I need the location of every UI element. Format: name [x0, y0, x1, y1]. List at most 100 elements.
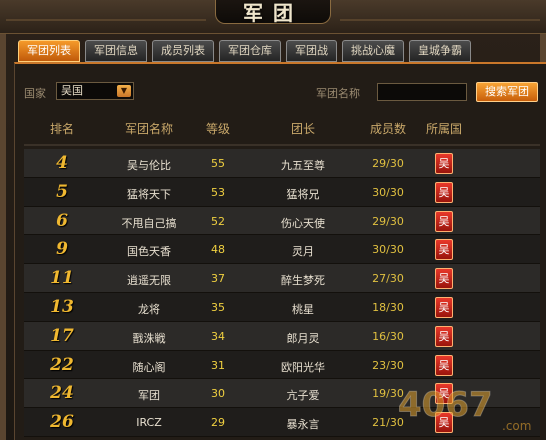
rank-cell: 11 [50, 268, 74, 289]
leader-cell: 醉生梦死 [281, 274, 325, 288]
legion-name-cell: 不甩自己搞 [121, 216, 177, 230]
legion-name-cell: 军团 [138, 389, 160, 403]
header-rank: 排名 [49, 122, 75, 136]
members-cell: 27/30 [372, 272, 404, 286]
leader-cell: 暴永言 [286, 418, 320, 432]
search-bar: 国家 吴国 ▼ 军团名称 搜索军团 [24, 82, 544, 104]
country-badge: 吴 [435, 296, 453, 318]
leader-cell: 伤心天使 [281, 216, 325, 230]
rank-cell: 24 [50, 383, 74, 404]
rank-cell: 4 [56, 153, 68, 173]
country-badge: 吴 [435, 210, 453, 232]
title-decoration-right [340, 3, 540, 21]
level-cell: 52 [211, 214, 225, 228]
table-header: 排名 军团名称 等级 团长 成员数 所属国 [24, 112, 540, 142]
window-title: 军团 [243, 1, 303, 25]
table-row[interactable]: 13 龙将 35 桃星 18/30 吴 [24, 292, 540, 322]
tab-challenge-demon[interactable]: 挑战心魔 [342, 40, 404, 62]
leader-cell: 桃星 [292, 302, 314, 316]
header-members: 成员数 [369, 122, 407, 136]
legion-table: 4 吴与伦比 55 九五至尊 29/30 吴 5 猛将天下 53 猛将兄 30/… [24, 149, 540, 437]
search-legion-button[interactable]: 搜索军团 [476, 82, 538, 102]
table-row[interactable]: 26 IRCZ 29 暴永言 21/30 吴 [24, 408, 540, 437]
rank-cell: 13 [50, 296, 74, 317]
table-row[interactable]: 17 戬洙戦 34 郎月灵 16/30 吴 [24, 321, 540, 351]
legion-name-cell: 龙将 [138, 302, 160, 316]
country-label: 国家 [24, 87, 46, 100]
table-row[interactable]: 9 国色天香 48 灵月 30/30 吴 [24, 235, 540, 265]
title-bar: 军团 [0, 0, 546, 34]
level-cell: 30 [211, 387, 225, 401]
legion-name-input[interactable] [377, 83, 467, 101]
tab-legion-war[interactable]: 军团战 [286, 40, 337, 62]
members-cell: 16/30 [372, 329, 404, 343]
country-badge: 吴 [435, 325, 453, 347]
country-badge: 吴 [435, 383, 453, 405]
members-cell: 29/30 [372, 157, 404, 170]
country-badge: 吴 [435, 181, 453, 203]
rank-cell: 6 [56, 210, 68, 231]
country-badge: 吴 [435, 354, 453, 376]
tab-imperial-contest[interactable]: 皇城争霸 [409, 40, 471, 62]
level-cell: 35 [211, 300, 225, 314]
legion-name-cell: 逍遥无限 [127, 274, 171, 288]
members-cell: 19/30 [372, 387, 404, 401]
leader-cell: 灵月 [292, 245, 314, 259]
header-legion-name: 军团名称 [124, 122, 174, 136]
tab-bar: 军团列表 军团信息 成员列表 军团仓库 军团战 挑战心魔 皇城争霸 [18, 40, 471, 62]
chevron-down-icon[interactable]: ▼ [117, 85, 131, 97]
legion-name-cell: 随心阁 [132, 360, 166, 374]
country-badge: 吴 [435, 153, 453, 174]
tab-member-list[interactable]: 成员列表 [152, 40, 214, 62]
rank-cell: 5 [56, 181, 68, 202]
members-cell: 30/30 [372, 243, 404, 257]
level-cell: 34 [211, 329, 225, 343]
legion-name-cell: 戬洙戦 [132, 331, 166, 345]
header-country: 所属国 [425, 122, 463, 136]
legion-name-label: 军团名称 [316, 87, 360, 100]
members-cell: 29/30 [372, 214, 404, 228]
level-cell: 37 [211, 272, 225, 286]
title-decoration-left [6, 3, 206, 21]
legion-name-cell: 吴与伦比 [127, 159, 171, 172]
legion-name-cell: IRCZ [136, 416, 162, 430]
title-plate: 军团 [215, 0, 331, 25]
country-select[interactable]: 吴国 ▼ [56, 82, 134, 100]
members-cell: 18/30 [372, 300, 404, 314]
level-cell: 55 [211, 157, 225, 170]
header-leader: 团长 [290, 122, 316, 136]
header-divider [24, 144, 540, 146]
rank-cell: 22 [50, 354, 74, 375]
table-row[interactable]: 22 随心阁 31 欧阳光华 23/30 吴 [24, 350, 540, 380]
header-level: 等级 [205, 122, 231, 136]
table-row[interactable]: 24 军团 30 亢子爱 19/30 吴 [24, 379, 540, 409]
level-cell: 48 [211, 243, 225, 257]
tab-legion-warehouse[interactable]: 军团仓库 [219, 40, 281, 62]
legion-name-cell: 国色天香 [127, 245, 171, 259]
level-cell: 29 [211, 416, 225, 430]
leader-cell: 猛将兄 [286, 187, 320, 201]
members-cell: 21/30 [372, 416, 404, 430]
level-cell: 31 [211, 358, 225, 372]
leader-cell: 欧阳光华 [281, 360, 325, 374]
table-row[interactable]: 11 逍遥无限 37 醉生梦死 27/30 吴 [24, 264, 540, 293]
leader-cell: 九五至尊 [281, 159, 325, 172]
rank-cell: 9 [56, 239, 68, 260]
rank-cell: 17 [50, 325, 74, 346]
members-cell: 30/30 [372, 185, 404, 199]
legion-name-cell: 猛将天下 [127, 187, 171, 201]
country-select-value: 吴国 [61, 84, 83, 97]
level-cell: 53 [211, 185, 225, 199]
country-badge: 吴 [435, 239, 453, 261]
table-row[interactable]: 4 吴与伦比 55 九五至尊 29/30 吴 [24, 149, 540, 178]
tab-legion-info[interactable]: 军团信息 [85, 40, 147, 62]
table-row[interactable]: 5 猛将天下 53 猛将兄 30/30 吴 [24, 177, 540, 207]
country-badge: 吴 [435, 268, 453, 290]
leader-cell: 郎月灵 [286, 331, 320, 345]
rank-cell: 26 [50, 412, 74, 433]
leader-cell: 亢子爱 [286, 389, 320, 403]
table-row[interactable]: 6 不甩自己搞 52 伤心天使 29/30 吴 [24, 206, 540, 236]
members-cell: 23/30 [372, 358, 404, 372]
tab-legion-list[interactable]: 军团列表 [18, 40, 80, 62]
country-badge: 吴 [435, 412, 453, 434]
